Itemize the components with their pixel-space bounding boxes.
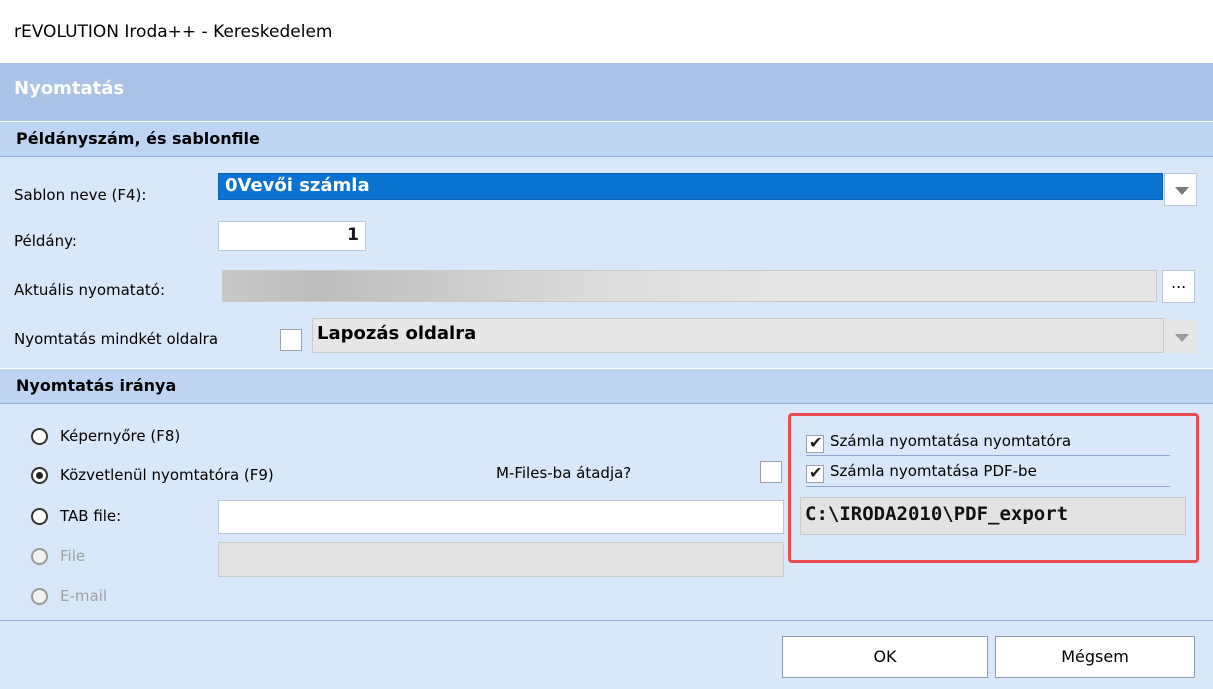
template-value: 0Vevői számla xyxy=(225,175,370,196)
mfiles-label: M-Files-ba átadja? xyxy=(496,464,632,482)
printer-label: Aktuális nyomatató: xyxy=(14,281,165,299)
section-title: Nyomtatás iránya xyxy=(16,376,177,395)
mfiles-checkbox[interactable] xyxy=(760,461,782,483)
browse-printer-button[interactable]: ... xyxy=(1162,270,1195,303)
template-select[interactable]: 0Vevői számla xyxy=(218,173,1163,200)
radio-screen-label[interactable]: Képernyőre (F8) xyxy=(60,427,180,445)
template-label: Sablon neve (F4): xyxy=(14,186,147,204)
radio-tab-file-label[interactable]: TAB file: xyxy=(60,507,121,525)
radio-tab-file[interactable] xyxy=(31,508,48,525)
pdf-path-value: C:\IRODA2010\PDF_export xyxy=(805,503,1069,525)
duplex-checkbox[interactable] xyxy=(280,329,302,351)
radio-email-label: E-mail xyxy=(60,587,108,605)
duplex-label: Nyomtatás mindkét oldalra xyxy=(14,330,219,348)
checkmark-icon: ✔ xyxy=(809,463,823,482)
duplex-mode-value: Lapozás oldalra xyxy=(317,323,477,344)
radio-screen[interactable] xyxy=(31,428,48,445)
duplex-mode-select[interactable]: Lapozás oldalra xyxy=(312,318,1164,353)
printer-field xyxy=(222,270,1157,302)
divider xyxy=(806,486,1170,487)
file-input xyxy=(218,542,784,577)
pdf-path-field: C:\IRODA2010\PDF_export xyxy=(800,497,1186,535)
chevron-down-icon xyxy=(1175,334,1189,342)
print-to-printer-checkbox[interactable]: ✔ xyxy=(806,433,824,453)
window-title: rEVOLUTION Iroda++ - Kereskedelem xyxy=(14,22,333,42)
radio-printer[interactable] xyxy=(31,467,48,484)
ok-button[interactable]: OK xyxy=(782,636,988,678)
copies-value: 1 xyxy=(347,225,359,245)
copies-label: Példány: xyxy=(14,232,77,250)
ellipsis-icon: ... xyxy=(1171,273,1187,292)
print-to-pdf-label[interactable]: Számla nyomtatása PDF-be xyxy=(830,462,1037,480)
radio-file xyxy=(31,548,48,565)
divider xyxy=(806,455,1170,456)
print-to-pdf-checkbox[interactable]: ✔ xyxy=(806,463,824,483)
cancel-button[interactable]: Mégsem xyxy=(995,636,1195,678)
section-copies-template: Példányszám, és sablonfile xyxy=(0,121,1213,157)
print-dialog: Nyomtatás Példányszám, és sablonfile Sab… xyxy=(0,63,1213,689)
section-print-direction: Nyomtatás iránya xyxy=(0,368,1213,404)
checkmark-icon: ✔ xyxy=(809,433,823,452)
dialog-header-title: Nyomtatás xyxy=(14,78,125,99)
bottom-divider xyxy=(0,620,1213,621)
title-bar: rEVOLUTION Iroda++ - Kereskedelem xyxy=(0,0,1213,63)
radio-email xyxy=(31,588,48,605)
copies-input[interactable]: 1 xyxy=(218,221,366,251)
duplex-dropdown-button[interactable] xyxy=(1164,320,1197,353)
dialog-header: Nyomtatás xyxy=(0,63,1213,121)
section-title: Példányszám, és sablonfile xyxy=(16,129,260,148)
radio-file-label: File xyxy=(60,547,86,565)
template-dropdown-button[interactable] xyxy=(1164,173,1197,206)
tab-file-input[interactable] xyxy=(218,500,784,534)
radio-printer-label[interactable]: Közvetlenül nyomtatóra (F9) xyxy=(60,466,274,484)
chevron-down-icon xyxy=(1175,187,1189,195)
print-to-printer-label[interactable]: Számla nyomtatása nyomtatóra xyxy=(830,432,1071,450)
